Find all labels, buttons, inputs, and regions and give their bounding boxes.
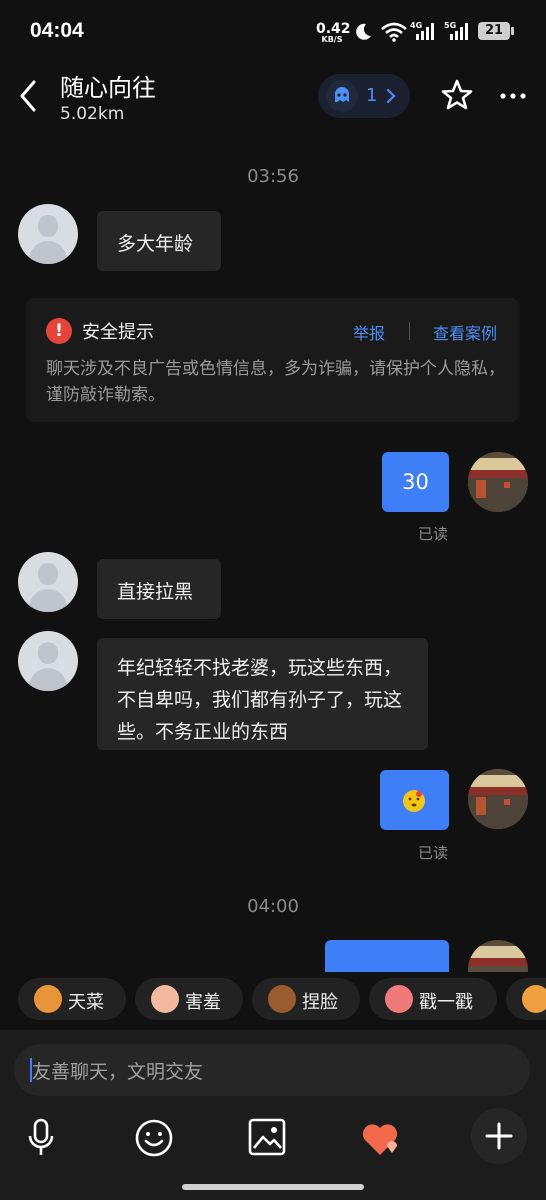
- peach-emoji-icon: [385, 985, 413, 1013]
- chip-label: 害羞: [185, 992, 221, 1013]
- message-input[interactable]: 友善聊天，文明交友: [14, 1044, 530, 1096]
- link-separator: [409, 322, 410, 340]
- status-bar: 04:04 0.42 KB/S 4G 5G 21: [0, 0, 546, 62]
- chip-label: 戳一戳: [419, 992, 473, 1013]
- ghost-icon: [326, 80, 358, 112]
- input-bar: 友善聊天，文明交友: [0, 1030, 546, 1200]
- incoming-message[interactable]: 年纪轻轻不找老婆，玩这些东西，不自卑吗，我们都有孙子了，玩这些。不务正业的东西: [97, 638, 428, 750]
- chip-label: 天菜: [68, 992, 104, 1013]
- my-avatar[interactable]: [468, 452, 528, 512]
- incoming-message[interactable]: 多大年龄: [97, 211, 221, 271]
- network-speed-unit: KB/S: [321, 35, 343, 44]
- battery-tip: [511, 27, 514, 35]
- signal-4g-icon: [416, 23, 434, 40]
- bear-emoji-icon: [268, 985, 296, 1013]
- read-receipt: 已读: [418, 525, 449, 543]
- shy-emoji-icon: [151, 985, 179, 1013]
- chip-partial[interactable]: [506, 978, 546, 1020]
- read-receipt: 已读: [418, 844, 449, 862]
- emoji-icon: [522, 985, 546, 1013]
- battery-icon: 21: [478, 22, 510, 40]
- contact-avatar[interactable]: [18, 204, 78, 264]
- contact-name: 随心向往: [60, 74, 156, 102]
- my-avatar-partial[interactable]: [468, 940, 528, 972]
- my-avatar[interactable]: [468, 769, 528, 829]
- visitor-count: 1: [366, 85, 378, 106]
- timestamp-divider: 04:00: [247, 896, 299, 917]
- report-link[interactable]: 举报: [353, 320, 385, 344]
- view-cases-link[interactable]: 查看案例: [433, 320, 497, 344]
- safety-tip-title: 安全提示: [82, 322, 154, 343]
- moon-icon: [356, 23, 371, 40]
- contact-avatar[interactable]: [18, 552, 78, 612]
- safety-tip-card: ! 安全提示 举报 查看案例 聊天涉及不良广告或色情信息，多为诈骗，请保护个人隐…: [26, 298, 519, 422]
- outgoing-message[interactable]: 30: [382, 452, 449, 512]
- plus-icon: [485, 1122, 513, 1150]
- chip-nielian[interactable]: 捏脸: [252, 978, 360, 1020]
- image-icon[interactable]: [248, 1118, 286, 1156]
- warning-icon: !: [46, 318, 72, 344]
- thinking-emoji-icon: [403, 790, 425, 812]
- back-arrow-icon[interactable]: [14, 78, 44, 114]
- status-time: 04:04: [30, 19, 84, 42]
- more-options-icon[interactable]: [500, 92, 526, 100]
- outgoing-message-partial[interactable]: [325, 940, 449, 972]
- microphone-icon[interactable]: [26, 1118, 56, 1158]
- chat-header: 随心向往 5.02km 1: [0, 62, 546, 134]
- safety-tip-text: 聊天涉及不良广告或色情信息，多为诈骗，请保护个人隐私，谨防敲诈勒索。: [46, 359, 505, 405]
- incoming-message[interactable]: 直接拉黑: [97, 559, 221, 619]
- wifi-icon: [381, 22, 407, 42]
- contact-avatar[interactable]: [18, 631, 78, 691]
- chip-tiancai[interactable]: 天菜: [18, 978, 126, 1020]
- chip-chuoyichuo[interactable]: 戳一戳: [369, 978, 497, 1020]
- contact-distance: 5.02km: [60, 104, 125, 124]
- chip-haixiu[interactable]: 害羞: [135, 978, 243, 1020]
- dog-emoji-icon: [34, 985, 62, 1013]
- chevron-right-icon: [386, 88, 396, 104]
- home-indicator[interactable]: [182, 1184, 364, 1190]
- chip-label: 捏脸: [302, 992, 338, 1013]
- outgoing-emoji-message[interactable]: [380, 770, 449, 830]
- star-icon[interactable]: [440, 78, 474, 112]
- heart-gift-icon[interactable]: [360, 1120, 400, 1158]
- input-placeholder: 友善聊天，文明交友: [32, 1061, 204, 1083]
- timestamp-divider: 03:56: [247, 166, 299, 187]
- quick-reply-chips: 天菜 害羞 捏脸 戳一戳: [0, 972, 546, 1028]
- emoji-icon[interactable]: [134, 1118, 174, 1158]
- network-speed: 0.42 KB/S: [316, 20, 351, 44]
- signal-5g-icon: [450, 23, 468, 40]
- battery-level: 21: [484, 23, 504, 38]
- plus-button[interactable]: [471, 1108, 527, 1164]
- visitor-pill-button[interactable]: 1: [318, 74, 410, 118]
